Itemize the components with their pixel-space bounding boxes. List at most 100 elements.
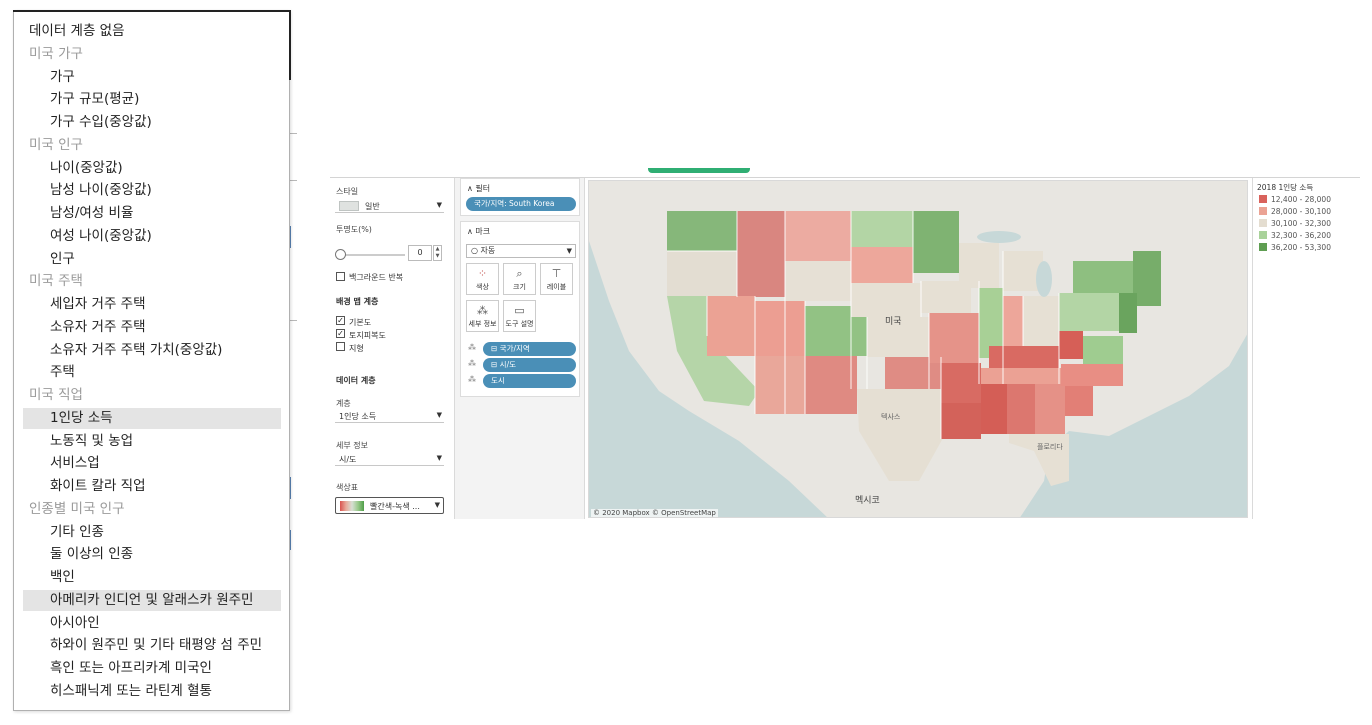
- state-new-jersey[interactable]: [1119, 293, 1137, 333]
- menu-item[interactable]: 데이터 계층 없음: [29, 21, 287, 42]
- state-tennessee[interactable]: [981, 368, 1061, 384]
- menu-item[interactable]: 가구: [50, 67, 281, 88]
- us-choropleth-map: 미국 멕시코 텍사스 플로리다: [589, 181, 1247, 517]
- marks-pill-city[interactable]: 도시: [483, 374, 576, 388]
- map-layers-pane: 스타일 일반 ▼ 투명도(%) 0 ▲ ▼ 백그라운드 반복 배경 맵 계층 ✓ …: [330, 178, 455, 519]
- style-select[interactable]: 일반 ▼: [335, 200, 444, 213]
- state-nebraska[interactable]: [851, 283, 921, 317]
- filter-pill-country[interactable]: 국가/지역: South Korea: [466, 197, 576, 211]
- window-edge: [289, 10, 291, 80]
- state-minnesota[interactable]: [913, 211, 959, 273]
- state-indiana[interactable]: [1003, 296, 1023, 351]
- background-layers-heading: 배경 맵 계층: [336, 297, 379, 306]
- map-attribution[interactable]: © 2020 Mapbox © OpenStreetMap: [591, 509, 718, 517]
- menu-item[interactable]: 남성/여성 비율: [50, 203, 281, 224]
- opacity-input[interactable]: 0: [408, 245, 432, 261]
- state-north-carolina[interactable]: [1061, 364, 1123, 386]
- menu-item[interactable]: 흑인 또는 아프리카계 미국인: [50, 658, 281, 679]
- menu-item[interactable]: 소유자 거주 주택 가치(중앙값): [50, 340, 281, 361]
- menu-item[interactable]: 여성 나이(중앙값): [50, 226, 281, 247]
- state-arkansas[interactable]: [941, 363, 981, 403]
- menu-item[interactable]: 화이트 칼라 직업: [50, 476, 281, 497]
- label-button[interactable]: ⊤ 레이블: [540, 263, 573, 295]
- state-nevada[interactable]: [707, 296, 755, 356]
- menu-item[interactable]: 인구: [50, 249, 281, 270]
- palette-select[interactable]: 빨간색-녹색 ... ▼: [335, 497, 444, 514]
- map-view[interactable]: 미국 멕시코 텍사스 플로리다 © 2020 Mapbox © OpenStre…: [588, 180, 1248, 518]
- state-south-carolina[interactable]: [1065, 386, 1093, 416]
- state-louisiana[interactable]: [941, 403, 981, 439]
- state-idaho[interactable]: [737, 211, 785, 297]
- opacity-slider-handle[interactable]: [335, 249, 346, 260]
- state-missouri[interactable]: [929, 313, 979, 363]
- marks-title[interactable]: ∧ 마크: [467, 226, 490, 237]
- state-north-dakota[interactable]: [851, 211, 913, 247]
- window-edge: [13, 10, 290, 12]
- mark-type-select[interactable]: ○ 자동 ▼: [466, 244, 576, 258]
- size-button-label: 크기: [513, 283, 526, 291]
- menu-item[interactable]: 서비스업: [50, 453, 281, 474]
- repeat-background-checkbox[interactable]: [336, 272, 345, 281]
- state-arizona[interactable]: [755, 356, 805, 414]
- state-georgia[interactable]: [1035, 384, 1065, 434]
- country-label-mexico: 멕시코: [855, 495, 880, 506]
- state-new-york[interactable]: [1073, 261, 1133, 293]
- marks-pill-state[interactable]: ⊟ 시/도: [483, 358, 576, 372]
- state-new-mexico[interactable]: [805, 356, 857, 414]
- state-kentucky[interactable]: [989, 346, 1059, 368]
- marks-pill-country[interactable]: ⊟ 국가/지역: [483, 342, 576, 356]
- state-ohio[interactable]: [1023, 296, 1059, 346]
- menu-item[interactable]: 둘 이상의 인종: [50, 544, 281, 565]
- legend-item: 36,200 - 53,300: [1259, 243, 1331, 253]
- filters-title[interactable]: ∧ 필터: [467, 183, 490, 194]
- base-layer-checkbox[interactable]: ✓: [336, 316, 345, 325]
- state-pennsylvania[interactable]: [1059, 293, 1119, 331]
- state-west-virginia[interactable]: [1059, 331, 1083, 359]
- menu-item[interactable]: 세입자 거주 주택: [50, 294, 281, 315]
- active-tab-indicator[interactable]: [648, 168, 750, 173]
- terrain-layer-checkbox[interactable]: [336, 342, 345, 351]
- landcover-layer-checkbox[interactable]: ✓: [336, 329, 345, 338]
- menu-group-header: 미국 직업: [29, 387, 83, 403]
- detail-label: 세부 정보: [336, 441, 368, 450]
- detail-select[interactable]: 시/도 ▼: [335, 453, 444, 466]
- state-alabama[interactable]: [1007, 384, 1035, 434]
- menu-item[interactable]: 1인당 소득: [23, 407, 281, 429]
- opacity-slider-track[interactable]: [342, 254, 405, 256]
- color-button-label: 색상: [476, 283, 489, 291]
- menu-item[interactable]: 나이(중앙값): [50, 158, 281, 179]
- menu-item[interactable]: 백인: [50, 567, 281, 588]
- state-oregon[interactable]: [667, 251, 737, 296]
- state-mississippi[interactable]: [981, 384, 1007, 434]
- tooltip-button[interactable]: ▭ 도구 설명: [503, 300, 536, 332]
- menu-item[interactable]: 가구 규모(평균): [50, 89, 281, 110]
- size-button[interactable]: ⌕ 크기: [503, 263, 536, 295]
- legend-item-label: 28,000 - 30,100: [1271, 207, 1331, 216]
- menu-item[interactable]: 가구 수입(중앙값): [50, 112, 281, 133]
- landcover-layer-label: 토지피복도: [349, 331, 386, 340]
- detail-button-label: 세부 정보: [468, 320, 497, 328]
- menu-item[interactable]: 주택: [50, 362, 281, 383]
- marks-card: ∧ 마크 ○ 자동 ▼ ⁘ 색상 ⌕ 크기 ⊤ 레이블 ⁂ 세부 정보 ▭ 도구…: [460, 221, 580, 397]
- state-wyoming[interactable]: [785, 261, 851, 301]
- menu-item[interactable]: 기타 인종: [50, 522, 281, 543]
- state-montana[interactable]: [785, 211, 851, 261]
- opacity-stepper[interactable]: ▲ ▼: [433, 245, 442, 261]
- layer-select[interactable]: 1인당 소득 ▼: [335, 410, 444, 423]
- menu-item[interactable]: 아시아인: [50, 613, 281, 634]
- menu-item[interactable]: 하와이 원주민 및 기타 태평양 섬 주민: [50, 635, 281, 656]
- detail-button[interactable]: ⁂ 세부 정보: [466, 300, 499, 332]
- state-virginia[interactable]: [1083, 336, 1123, 364]
- state-utah[interactable]: [755, 301, 805, 356]
- size-icon: ⌕: [516, 267, 523, 280]
- menu-item[interactable]: 소유자 거주 주택: [50, 317, 281, 338]
- menu-item[interactable]: 히스패닉계 또는 라틴계 혈통: [50, 681, 281, 702]
- palette-swatch: [340, 501, 364, 511]
- menu-item[interactable]: 남성 나이(중앙값): [50, 180, 281, 201]
- menu-item[interactable]: 아메리카 인디언 및 알래스카 원주민: [23, 589, 281, 611]
- state-new-england[interactable]: [1133, 251, 1161, 306]
- state-south-dakota[interactable]: [851, 247, 913, 283]
- color-button[interactable]: ⁘ 색상: [466, 263, 499, 295]
- state-washington[interactable]: [667, 211, 737, 251]
- menu-item[interactable]: 노동직 및 농업: [50, 431, 281, 452]
